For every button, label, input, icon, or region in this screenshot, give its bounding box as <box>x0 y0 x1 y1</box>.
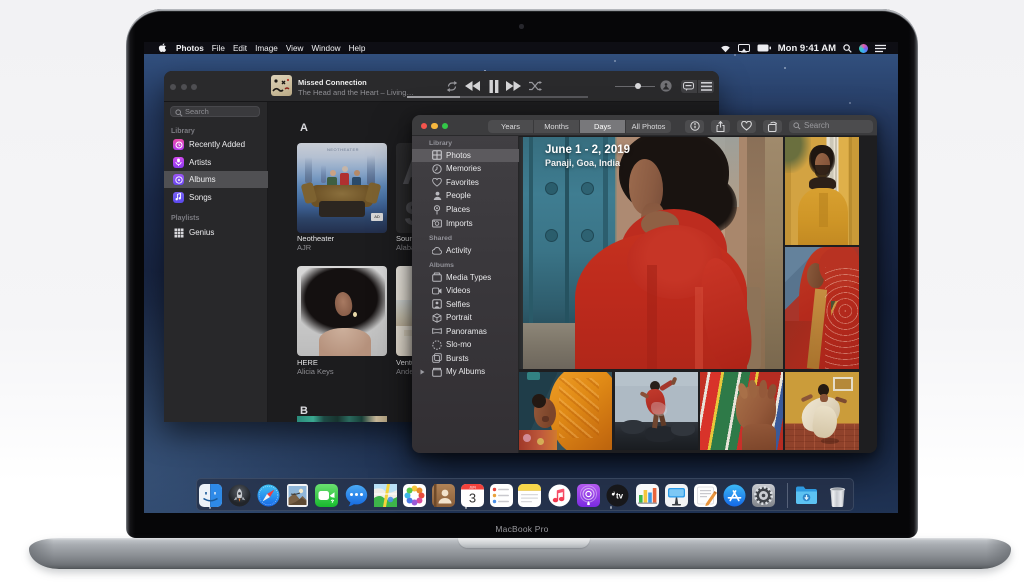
svg-text:tv: tv <box>615 492 623 501</box>
svg-text:3: 3 <box>468 491 475 506</box>
svg-text:JUN: JUN <box>469 485 476 489</box>
